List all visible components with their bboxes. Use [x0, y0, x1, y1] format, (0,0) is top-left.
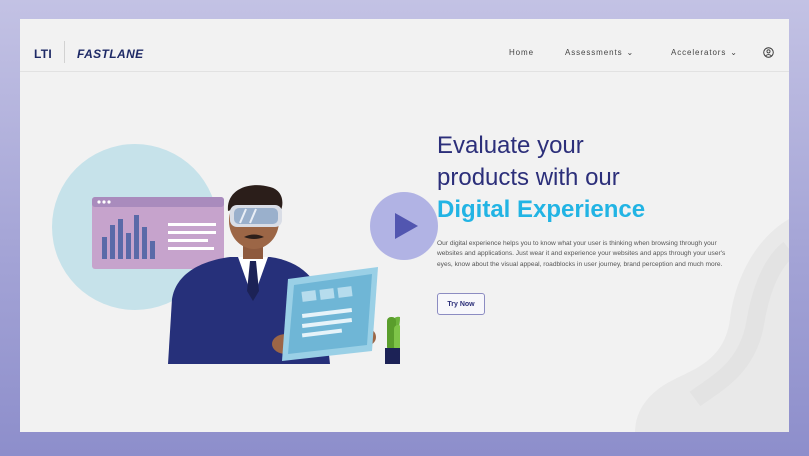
headline-line-1: Evaluate your [437, 132, 584, 159]
browser-viewport: LTI FASTLANE Home Assessments ⌄ Accelerat… [20, 19, 789, 432]
lti-logo[interactable]: LTI [34, 47, 52, 61]
hero-headline: Evaluate your products with our Digital … [437, 130, 645, 226]
play-video-button[interactable] [370, 192, 438, 260]
try-now-button[interactable]: Try Now [437, 293, 485, 315]
headline-line-2: products with our [437, 164, 620, 191]
fastlane-logo[interactable]: FASTLANE [77, 47, 144, 61]
potted-plant [385, 316, 400, 364]
nav-accelerators-label: Accelerators [671, 48, 727, 57]
chevron-down-icon: ⌄ [626, 48, 635, 57]
tablet [282, 267, 378, 361]
user-icon[interactable] [763, 47, 774, 58]
nav-assessments[interactable]: Assessments ⌄ [565, 48, 634, 57]
top-navbar: LTI FASTLANE Home Assessments ⌄ Accelerat… [20, 19, 789, 72]
chevron-down-icon: ⌄ [730, 48, 738, 57]
hero-description: Our digital experience helps you to know… [437, 240, 726, 268]
hero-illustration [52, 144, 400, 364]
analytics-card [92, 197, 224, 269]
nav-home[interactable]: Home [509, 48, 534, 57]
nav-assessments-label: Assessments [565, 48, 623, 57]
play-icon [395, 213, 418, 239]
headline-accent: Digital Experience [437, 196, 646, 223]
logo-divider [64, 41, 65, 63]
nav-accelerators[interactable]: Accelerators ⌄ [671, 48, 738, 57]
